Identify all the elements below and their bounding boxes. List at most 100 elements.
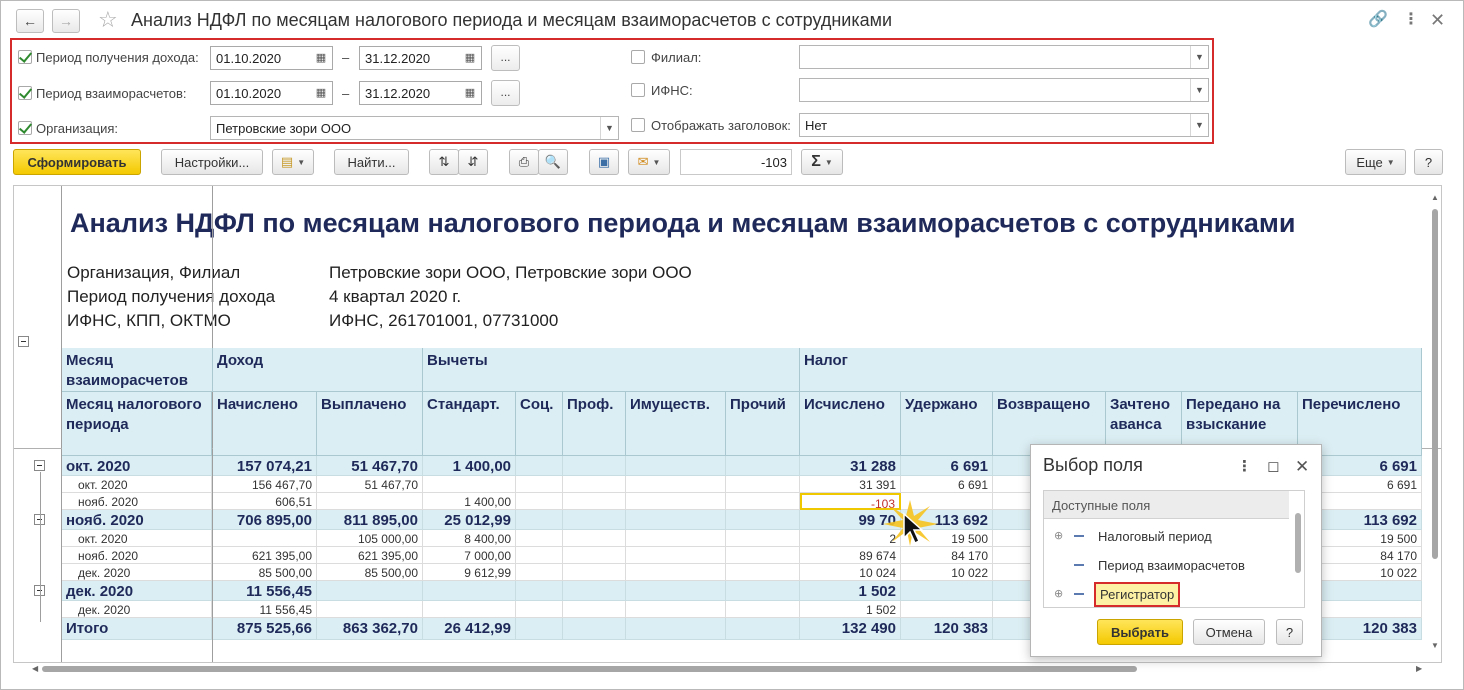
available-fields-tree[interactable]: Доступные поля ⊕ Налоговый период Период… [1043, 490, 1305, 608]
tree-item-tax-period[interactable]: ⊕ Налоговый период [1044, 522, 1289, 550]
calendar-icon[interactable]: ▦ [313, 50, 329, 66]
maximize-icon[interactable]: ◻ [1267, 457, 1279, 475]
table-cell[interactable] [726, 581, 800, 601]
header-standard[interactable]: Стандарт. [423, 392, 516, 456]
variants-button[interactable]: ▤ ▼ [272, 149, 314, 175]
table-cell[interactable]: 26 412,99 [423, 618, 516, 640]
table-cell[interactable] [423, 601, 516, 618]
tree-item-settlement-period[interactable]: Период взаиморасчетов [1044, 551, 1289, 579]
table-cell[interactable]: 85 500,00 [213, 564, 317, 581]
table-cell[interactable]: 89 674 [800, 547, 901, 564]
tree-scroll-thumb[interactable] [1295, 513, 1301, 573]
close-icon[interactable]: ✕ [1295, 457, 1309, 477]
table-cell[interactable] [516, 547, 563, 564]
header-social[interactable]: Соц. [516, 392, 563, 456]
organization-checkbox[interactable] [18, 121, 32, 135]
table-cell[interactable] [726, 456, 800, 476]
header-prof[interactable]: Проф. [563, 392, 626, 456]
table-cell[interactable] [626, 476, 726, 493]
table-cell[interactable]: 1 400,00 [423, 493, 516, 510]
table-cell[interactable] [213, 530, 317, 547]
collapse-group-icon[interactable] [18, 336, 29, 347]
chevron-down-icon[interactable]: ▼ [1190, 79, 1208, 101]
chevron-down-icon[interactable]: ▼ [1190, 114, 1208, 136]
income-period-to-field[interactable]: 31.12.2020 ▦ [359, 46, 482, 70]
ifns-checkbox[interactable] [631, 83, 645, 97]
table-cell[interactable] [901, 581, 993, 601]
table-cell[interactable]: 6 691 [901, 476, 993, 493]
table-cell[interactable]: 10 022 [901, 564, 993, 581]
calendar-icon[interactable]: ▦ [462, 85, 478, 101]
table-cell[interactable]: 25 012,99 [423, 510, 516, 530]
table-cell[interactable] [626, 618, 726, 640]
table-cell[interactable]: 31 288 [800, 456, 901, 476]
table-cell[interactable]: 31 391 [800, 476, 901, 493]
generate-button[interactable]: Сформировать [13, 149, 141, 175]
cancel-button[interactable]: Отмена [1193, 619, 1265, 645]
send-button[interactable]: ✉ ▼ [628, 149, 670, 175]
find-button[interactable]: Найти... [334, 149, 409, 175]
table-cell[interactable] [423, 581, 516, 601]
save-button[interactable]: ▣ [589, 149, 619, 175]
expand-plus-icon[interactable]: ⊕ [1054, 587, 1063, 600]
close-icon[interactable]: ✕ [1430, 10, 1445, 30]
header-property[interactable]: Имуществ. [626, 392, 726, 456]
forward-button[interactable]: → [52, 9, 80, 33]
tree-item-registrator[interactable]: ⊕ Регистратор [1044, 580, 1289, 608]
back-button[interactable]: ← [16, 9, 44, 33]
table-cell[interactable]: 621 395,00 [317, 547, 423, 564]
table-cell[interactable] [516, 530, 563, 547]
chevron-down-icon[interactable]: ▼ [600, 117, 618, 139]
table-cell[interactable]: 156 467,70 [213, 476, 317, 493]
table-cell[interactable] [317, 581, 423, 601]
table-cell[interactable]: 11 556,45 [213, 601, 317, 618]
header-month-settlement[interactable]: Месяц взаиморасчетов [62, 348, 213, 392]
settlement-period-select-button[interactable]: ... [491, 80, 520, 106]
income-period-checkbox[interactable] [18, 50, 32, 64]
table-cell[interactable]: 621 395,00 [213, 547, 317, 564]
table-cell[interactable] [726, 547, 800, 564]
dialog-help-button[interactable]: ? [1276, 619, 1303, 645]
header-deductions[interactable]: Вычеты [423, 348, 800, 392]
settlement-period-checkbox[interactable] [18, 86, 32, 100]
horizontal-scrollbar[interactable]: ◀ ▶ [32, 664, 1432, 674]
table-cell[interactable] [563, 564, 626, 581]
table-cell[interactable]: 9 612,99 [423, 564, 516, 581]
table-cell[interactable] [626, 564, 726, 581]
settlement-period-from-field[interactable]: 01.10.2020 ▦ [210, 81, 333, 105]
table-cell[interactable]: 7 000,00 [423, 547, 516, 564]
table-cell[interactable]: 84 170 [901, 547, 993, 564]
link-icon[interactable]: 🔗 [1368, 10, 1388, 30]
table-cell[interactable] [726, 493, 800, 510]
table-cell[interactable] [726, 601, 800, 618]
table-cell[interactable]: 10 024 [800, 564, 901, 581]
row-label[interactable]: дек. 2020 [62, 564, 212, 581]
header-paid[interactable]: Выплачено [317, 392, 423, 456]
table-cell[interactable] [516, 476, 563, 493]
header-calculated[interactable]: Исчислено [800, 392, 901, 456]
table-cell[interactable]: 8 400,00 [423, 530, 516, 547]
header-other[interactable]: Прочий [726, 392, 800, 456]
row-label[interactable]: дек. 2020 [62, 581, 212, 601]
row-label[interactable]: нояб. 2020 [62, 493, 212, 510]
table-cell[interactable] [563, 547, 626, 564]
favorite-star-icon[interactable]: ☆ [98, 7, 118, 33]
more-vertical-icon[interactable]: ⋮ [1403, 10, 1419, 30]
table-cell[interactable] [563, 456, 626, 476]
table-cell[interactable] [317, 493, 423, 510]
table-cell[interactable] [563, 581, 626, 601]
settlement-period-to-field[interactable]: 31.12.2020 ▦ [359, 81, 482, 105]
show-header-checkbox[interactable] [631, 118, 645, 132]
table-cell[interactable] [563, 493, 626, 510]
table-cell[interactable]: 706 895,00 [213, 510, 317, 530]
scroll-left-icon[interactable]: ◀ [32, 664, 38, 673]
table-cell[interactable]: 51 467,70 [317, 456, 423, 476]
table-cell[interactable]: 811 895,00 [317, 510, 423, 530]
scroll-right-icon[interactable]: ▶ [1416, 664, 1422, 673]
more-button[interactable]: Еще ▼ [1345, 149, 1406, 175]
header-accrued[interactable]: Начислено [213, 392, 317, 456]
table-cell[interactable] [423, 476, 516, 493]
table-cell[interactable]: 875 525,66 [213, 618, 317, 640]
row-label[interactable]: окт. 2020 [62, 456, 212, 476]
collapse-groups-button[interactable]: ⇵ [458, 149, 488, 175]
